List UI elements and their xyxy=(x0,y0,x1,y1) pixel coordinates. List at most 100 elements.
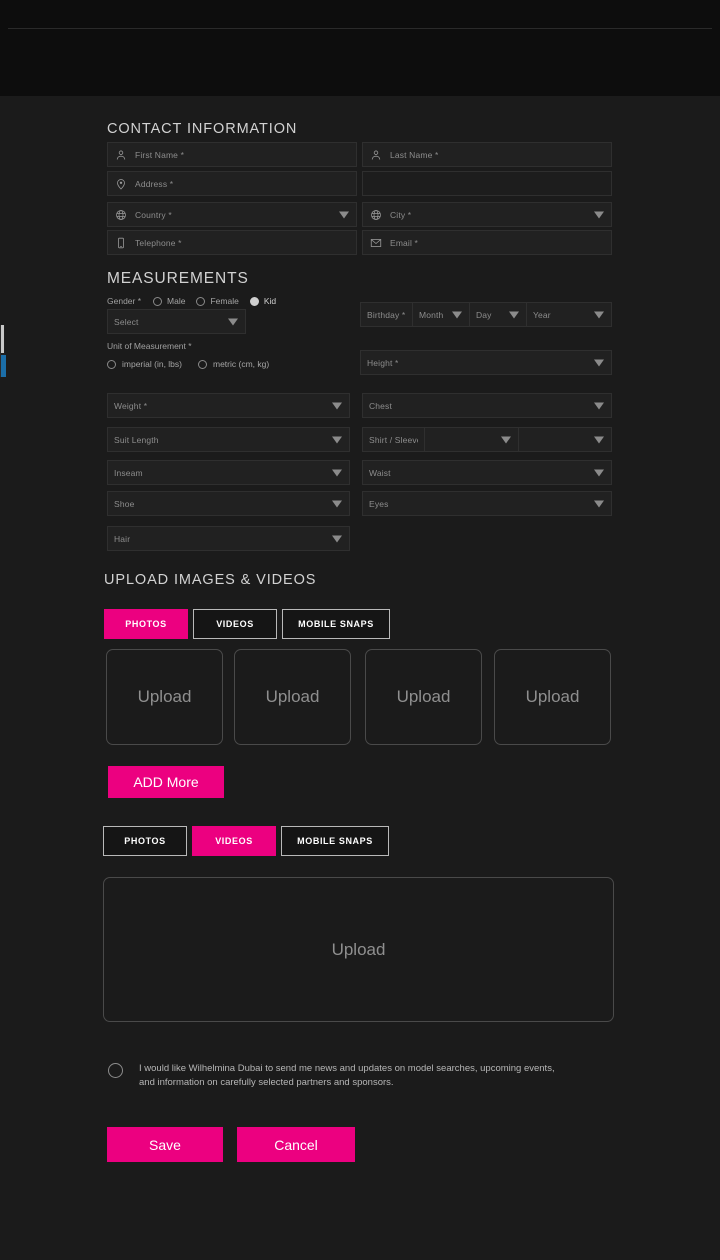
chevron-down-icon xyxy=(228,318,238,325)
cancel-button[interactable]: Cancel xyxy=(237,1127,355,1162)
photo-upload-slot-1[interactable]: Upload xyxy=(106,649,223,745)
unit-radio-metric[interactable] xyxy=(198,359,207,369)
save-button-label: Save xyxy=(149,1136,181,1153)
city-select[interactable]: City * xyxy=(362,202,612,227)
address-line-2-field[interactable] xyxy=(362,171,612,196)
cancel-button-label: Cancel xyxy=(274,1136,318,1153)
unit-radio-group: imperial (in, lbs) metric (cm, kg) xyxy=(107,359,269,369)
address-field[interactable]: Address * xyxy=(107,171,357,196)
chevron-down-icon xyxy=(332,500,342,507)
eyes-select[interactable]: Eyes xyxy=(362,491,612,516)
tab-videos-primary[interactable]: VIDEOS xyxy=(193,609,277,639)
waist-select[interactable]: Waist xyxy=(362,460,612,485)
chevron-down-icon xyxy=(332,535,342,542)
shirt-sleeve-label-cell: Shirt / Sleeve xyxy=(362,427,424,452)
weight-label: Weight * xyxy=(114,400,148,411)
gender-radio-kid[interactable] xyxy=(249,296,259,306)
left-edge-scroll-marker[interactable] xyxy=(0,325,6,377)
header-divider xyxy=(8,28,712,29)
tab-videos-primary-label: VIDEOS xyxy=(216,619,254,629)
shirt-sleeve-label: Shirt / Sleeve xyxy=(369,434,418,445)
newsletter-consent-row: I would like Wilhelmina Dubai to send me… xyxy=(108,1062,608,1090)
tab-photos-primary[interactable]: PHOTOS xyxy=(104,609,188,639)
newsletter-consent-line-1: I would like Wilhelmina Dubai to send me… xyxy=(139,1063,555,1074)
gender-label: Gender * xyxy=(107,296,142,306)
country-select[interactable]: Country * xyxy=(107,202,357,227)
envelope-icon xyxy=(369,236,383,250)
uploads-section-title: UPLOAD IMAGES & VIDEOS xyxy=(104,572,317,588)
sleeve-size-select[interactable] xyxy=(518,427,612,452)
inseam-label: Inseam xyxy=(114,467,143,478)
chevron-down-icon xyxy=(509,311,519,318)
video-upload-dropzone-label: Upload xyxy=(331,939,386,959)
gender-radio-male[interactable] xyxy=(153,296,163,306)
country-label: Country * xyxy=(135,209,172,220)
newsletter-consent-line-2: and information on carefully selected pa… xyxy=(139,1076,394,1088)
chevron-down-icon xyxy=(594,402,604,409)
birthday-month-select[interactable]: Month xyxy=(412,302,469,327)
chevron-down-icon xyxy=(594,359,604,366)
first-name-label: First Name * xyxy=(135,149,185,160)
newsletter-consent-checkbox[interactable] xyxy=(108,1063,123,1078)
gender-option-label-kid: Kid xyxy=(263,296,277,306)
person-icon xyxy=(114,148,128,162)
photo-upload-slot-4[interactable]: Upload xyxy=(494,649,611,745)
tab-photos-secondary[interactable]: PHOTOS xyxy=(103,826,187,856)
hair-select[interactable]: Hair xyxy=(107,526,350,551)
add-more-button[interactable]: ADD More xyxy=(108,766,224,798)
last-name-field[interactable]: Last Name * xyxy=(362,142,612,167)
save-button[interactable]: Save xyxy=(107,1127,223,1162)
chevron-down-icon xyxy=(332,469,342,476)
chevron-down-icon xyxy=(594,311,604,318)
first-name-field[interactable]: First Name * xyxy=(107,142,357,167)
birthday-year-label: Year xyxy=(533,309,551,320)
inseam-select[interactable]: Inseam xyxy=(107,460,350,485)
email-field[interactable]: Email * xyxy=(362,230,612,255)
tab-mobile-snaps-secondary[interactable]: MOBILE SNAPS xyxy=(281,826,389,856)
shoe-label: Shoe xyxy=(114,498,135,509)
shirt-size-select[interactable] xyxy=(424,427,518,452)
tab-mobile-snaps-primary[interactable]: MOBILE SNAPS xyxy=(282,609,390,639)
tab-mobile-snaps-primary-label: MOBILE SNAPS xyxy=(298,619,374,629)
hair-label: Hair xyxy=(114,533,131,544)
gender-subtype-select[interactable]: Select xyxy=(107,309,246,334)
tab-photos-primary-label: PHOTOS xyxy=(125,619,167,629)
telephone-label: Telephone * xyxy=(135,237,182,248)
photo-upload-slot-2[interactable]: Upload xyxy=(234,649,351,745)
birthday-day-select[interactable]: Day xyxy=(469,302,526,327)
tab-videos-secondary[interactable]: VIDEOS xyxy=(192,826,276,856)
chevron-down-icon xyxy=(594,436,604,443)
unit-of-measurement-group: Unit of Measurement * xyxy=(107,341,192,351)
chevron-down-icon xyxy=(339,211,349,218)
gender-option-label-male: Male xyxy=(167,296,186,306)
email-label: Email * xyxy=(390,237,418,248)
photo-upload-slot-3[interactable]: Upload xyxy=(365,649,482,745)
unit-radio-imperial[interactable] xyxy=(107,359,116,369)
shoe-select[interactable]: Shoe xyxy=(107,491,350,516)
height-select[interactable]: Height * xyxy=(360,350,612,375)
waist-label: Waist xyxy=(369,467,391,478)
weight-select[interactable]: Weight * xyxy=(107,393,350,418)
chevron-down-icon xyxy=(594,469,604,476)
unit-of-measurement-label: Unit of Measurement * xyxy=(107,341,192,351)
chest-select[interactable]: Chest xyxy=(362,393,612,418)
gender-radio-female[interactable] xyxy=(196,296,206,306)
scroll-highlight-segment xyxy=(1,355,6,377)
globe-icon xyxy=(369,208,383,222)
chevron-down-icon xyxy=(332,436,342,443)
chevron-down-icon xyxy=(452,311,462,318)
tab-photos-secondary-label: PHOTOS xyxy=(124,836,166,846)
video-upload-dropzone[interactable]: Upload xyxy=(103,877,614,1022)
unit-option-label-imperial: imperial (in, lbs) xyxy=(122,359,182,369)
unit-option-label-metric: metric (cm, kg) xyxy=(213,359,270,369)
birthday-day-label: Day xyxy=(476,309,492,320)
telephone-field[interactable]: Telephone * xyxy=(107,230,357,255)
measurements-section-title: MEASUREMENTS xyxy=(107,270,249,287)
gender-radio-group: Gender * Male Female Kid xyxy=(107,296,276,306)
chevron-down-icon xyxy=(594,211,604,218)
add-more-button-label: ADD More xyxy=(133,774,199,790)
gender-subtype-label: Select xyxy=(114,316,139,327)
birthday-year-select[interactable]: Year xyxy=(526,302,612,327)
city-label: City * xyxy=(390,209,412,220)
suit-length-select[interactable]: Suit Length xyxy=(107,427,350,452)
